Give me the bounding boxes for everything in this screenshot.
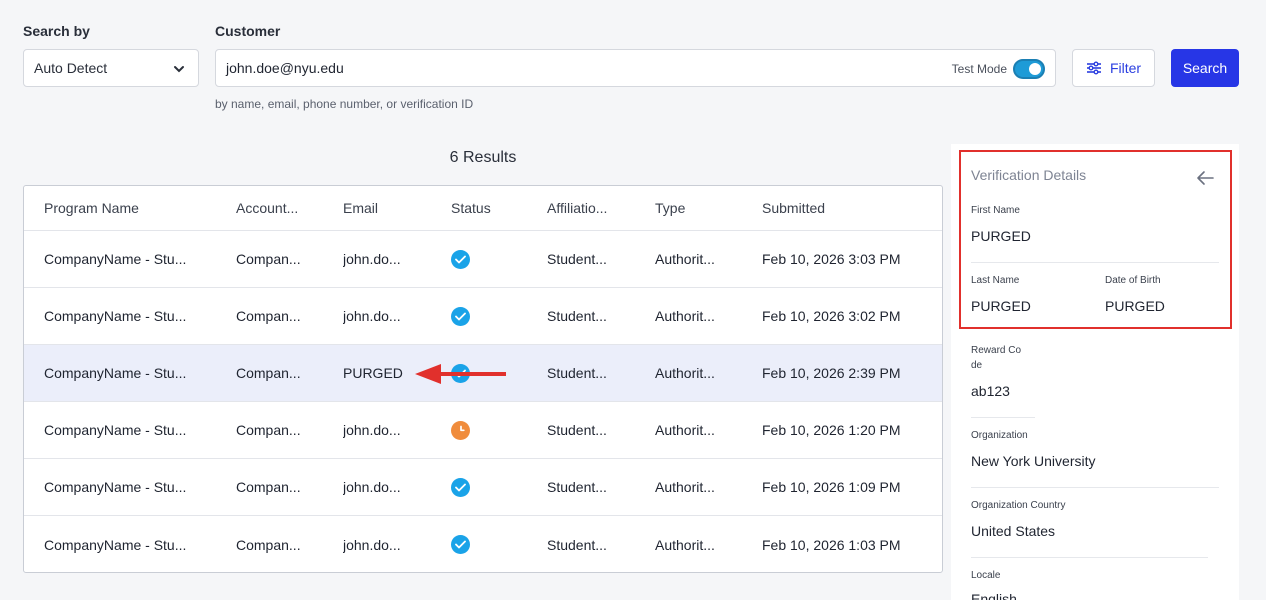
cell-type: Authorit...	[655, 422, 715, 438]
organization-country-value: United States	[971, 523, 1056, 539]
search-by-select[interactable]: Auto Detect	[23, 49, 199, 87]
cell-affiliation: Student...	[547, 422, 607, 438]
reward-code-label-line1: Reward Co	[971, 345, 1022, 356]
cell-program: CompanyName - Stu...	[44, 536, 187, 553]
cell-status	[451, 459, 531, 515]
cell-affiliation: Student...	[547, 308, 607, 324]
organization-label: Organization	[971, 430, 1028, 441]
col-type[interactable]: Type	[655, 186, 745, 230]
cell-type: Authorit...	[655, 308, 715, 324]
cell-submitted: Feb 10, 2026 2:39 PM	[762, 365, 901, 381]
first-name-value: PURGED	[971, 228, 1031, 244]
table-row[interactable]: CompanyName - Stu... Compan... john.do..…	[24, 288, 942, 345]
cell-account: Compan...	[236, 479, 301, 495]
verified-check-icon	[451, 249, 470, 269]
cell-email: john.do...	[343, 479, 401, 495]
reward-code-label-line2: de	[971, 360, 983, 371]
divider	[971, 487, 1219, 488]
cell-affiliation: Student...	[547, 479, 607, 495]
reward-code-value: ab123	[971, 383, 1010, 399]
cell-account: Compan...	[236, 308, 301, 324]
results-count: 6 Results	[449, 149, 517, 166]
search-button[interactable]: Search	[1171, 49, 1239, 87]
dob-label: Date of Birth	[1105, 275, 1161, 286]
divider	[971, 262, 1219, 263]
table-row[interactable]: CompanyName - Stu... Compan... john.do..…	[24, 231, 942, 288]
cell-status	[451, 402, 531, 458]
table-row[interactable]: CompanyName - Stu... Compan... john.do..…	[24, 402, 942, 459]
col-program-name[interactable]: Program Name	[44, 186, 219, 230]
verified-check-icon	[451, 477, 470, 497]
table-header: Program Name Account... Email Status Aff…	[24, 186, 942, 231]
filter-label: Filter	[1109, 60, 1142, 76]
customer-input-value: john.doe@nyu.edu	[226, 60, 344, 76]
customer-input[interactable]: john.doe@nyu.edu Test Mode	[215, 49, 1056, 87]
cell-email: john.do...	[343, 422, 401, 438]
table-row[interactable]: CompanyName - Stu... Compan... john.do..…	[24, 459, 942, 516]
cell-program: CompanyName - Stu...	[44, 422, 187, 438]
col-status[interactable]: Status	[451, 186, 531, 230]
cell-program: CompanyName - Stu...	[44, 479, 187, 495]
first-name-label: First Name	[971, 205, 1020, 216]
cell-type: Authorit...	[655, 536, 715, 553]
verified-check-icon	[451, 306, 470, 326]
test-mode: Test Mode	[952, 59, 1045, 79]
cell-status	[451, 288, 531, 344]
reward-code-label: Reward Co de	[971, 345, 1021, 371]
last-name-value: PURGED	[971, 298, 1031, 314]
col-account[interactable]: Account...	[236, 186, 326, 230]
divider	[971, 557, 1208, 558]
cell-status	[451, 516, 531, 572]
test-mode-label: Test Mode	[951, 62, 1007, 76]
cell-submitted: Feb 10, 2026 3:03 PM	[762, 251, 901, 267]
cell-program: CompanyName - Stu...	[44, 308, 187, 324]
cell-status	[451, 231, 531, 287]
annotation-arrow-icon	[415, 364, 506, 384]
cell-affiliation: Student...	[547, 536, 607, 553]
cell-account: Compan...	[236, 536, 301, 553]
divider	[971, 417, 1035, 418]
cell-type: Authorit...	[655, 479, 715, 495]
dob-value: PURGED	[1105, 298, 1165, 314]
test-mode-toggle[interactable]	[1013, 59, 1045, 79]
cell-account: Compan...	[236, 365, 301, 381]
verified-check-icon	[451, 535, 470, 554]
arrow-left-icon[interactable]	[1195, 170, 1215, 186]
customer-hint: by name, email, phone number, or verific…	[215, 97, 474, 111]
table-row[interactable]: CompanyName - Stu... Compan... john.do..…	[24, 516, 942, 572]
pending-clock-icon	[451, 420, 470, 440]
cell-submitted: Feb 10, 2026 1:03 PM	[762, 536, 901, 553]
organization-country-label: Organization Country	[971, 500, 1066, 511]
cell-account: Compan...	[236, 422, 301, 438]
last-name-label: Last Name	[971, 275, 1020, 286]
search-by-label: Search by	[23, 23, 90, 39]
cell-type: Authorit...	[655, 251, 715, 267]
col-submitted[interactable]: Submitted	[762, 186, 937, 230]
cell-affiliation: Student...	[547, 365, 607, 381]
cell-email: john.do...	[343, 251, 401, 267]
col-affiliation[interactable]: Affiliatio...	[547, 186, 637, 230]
toggle-knob	[1029, 63, 1041, 75]
cell-account: Compan...	[236, 251, 301, 267]
col-email[interactable]: Email	[343, 186, 433, 230]
verification-details-panel: Verification Details First Name PURGED L…	[951, 144, 1239, 600]
cell-email: john.do...	[343, 536, 401, 553]
locale-label: Locale	[971, 570, 1001, 581]
sliders-icon	[1086, 61, 1101, 75]
cell-submitted: Feb 10, 2026 3:02 PM	[762, 308, 901, 324]
panel-title: Verification Details	[971, 167, 1087, 183]
customer-label: Customer	[215, 23, 281, 39]
cell-email: john.do...	[343, 308, 401, 324]
cell-submitted: Feb 10, 2026 1:09 PM	[762, 479, 901, 495]
locale-value: English	[971, 591, 1017, 600]
organization-value: New York University	[971, 453, 1096, 469]
filter-button[interactable]: Filter	[1072, 49, 1155, 87]
cell-affiliation: Student...	[547, 251, 607, 267]
search-by-value: Auto Detect	[34, 60, 108, 76]
cell-submitted: Feb 10, 2026 1:20 PM	[762, 422, 901, 438]
chevron-down-icon	[174, 66, 184, 73]
cell-type: Authorit...	[655, 365, 715, 381]
cell-program: CompanyName - Stu...	[44, 251, 187, 267]
cell-program: CompanyName - Stu...	[44, 365, 187, 381]
